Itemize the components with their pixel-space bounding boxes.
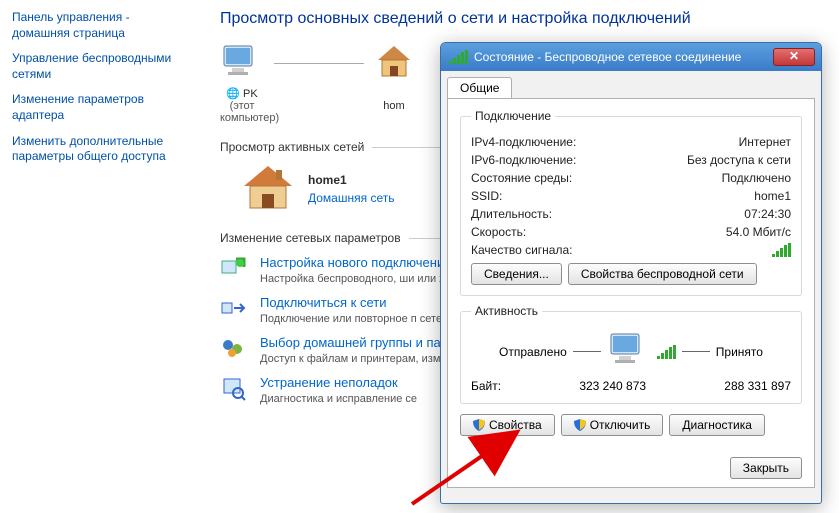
dialog-title: Состояние - Беспроводное сетевое соедине…	[474, 50, 773, 64]
close-button[interactable]: ✕	[773, 48, 815, 66]
task-new-connection[interactable]: Настройка нового подключени	[260, 255, 444, 270]
pc-sublabel: (этот компьютер)	[220, 100, 264, 124]
signal-bars-icon	[657, 345, 676, 359]
close-dialog-button[interactable]: Закрыть	[730, 457, 802, 479]
diagnose-button[interactable]: Диагностика	[669, 414, 765, 436]
tab-general[interactable]: Общие	[447, 77, 512, 98]
active-network-name: home1	[308, 171, 394, 189]
bytes-label: Байт:	[471, 379, 501, 393]
ssid-label: SSID:	[471, 189, 502, 203]
sidebar-link-manage-wireless[interactable]: Управление беспроводными сетями	[12, 51, 188, 82]
pc-name: PK	[243, 88, 258, 100]
network-node-icon	[374, 44, 414, 83]
activity-dash	[682, 351, 710, 352]
uac-shield-icon	[574, 419, 586, 431]
duration-label: Длительность:	[471, 207, 552, 221]
media-value: Подключено	[722, 171, 791, 185]
network-name: hom	[374, 100, 414, 112]
sidebar-link-home[interactable]: Панель управления - домашняя страница	[12, 10, 188, 41]
received-label: Принято	[716, 345, 763, 359]
details-button[interactable]: Сведения...	[471, 263, 562, 285]
media-label: Состояние среды:	[471, 171, 572, 185]
ipv4-label: IPv4-подключение:	[471, 135, 576, 149]
task-connect-network[interactable]: Подключиться к сети	[260, 295, 386, 310]
close-icon: ✕	[789, 49, 799, 63]
globe-icon: 🌐	[226, 88, 240, 100]
group-connection-legend: Подключение	[471, 109, 555, 123]
ssid-value: home1	[754, 189, 791, 203]
house-icon	[240, 162, 296, 215]
monitor-icon	[607, 332, 651, 371]
bytes-received-value: 288 331 897	[724, 379, 791, 393]
dialog-titlebar[interactable]: Состояние - Беспроводное сетевое соедине…	[441, 43, 821, 71]
ipv6-value: Без доступа к сети	[687, 153, 791, 167]
ipv6-label: IPv6-подключение:	[471, 153, 576, 167]
wireless-properties-button[interactable]: Свойства беспроводной сети	[568, 263, 757, 285]
group-activity: Активность Отправлено Принято Байт: 323 …	[460, 304, 802, 404]
speed-label: Скорость:	[471, 225, 526, 239]
disable-button[interactable]: Отключить	[561, 414, 664, 436]
wireless-status-dialog: Состояние - Беспроводное сетевое соедине…	[440, 42, 822, 504]
new-connection-icon	[220, 255, 248, 283]
task-troubleshoot[interactable]: Устранение неполадок	[260, 375, 398, 390]
activity-dash	[573, 351, 601, 352]
pc-node-icon	[220, 42, 264, 85]
properties-button[interactable]: Свойства	[460, 414, 555, 436]
troubleshoot-icon	[220, 375, 248, 403]
signal-bars-icon	[772, 243, 791, 257]
group-activity-legend: Активность	[471, 304, 542, 318]
task-homegroup[interactable]: Выбор домашней группы и па	[260, 335, 441, 350]
duration-value: 07:24:30	[744, 207, 791, 221]
ipv4-value: Интернет	[739, 135, 791, 149]
homegroup-icon	[220, 335, 248, 363]
tab-panel-general: Подключение IPv4-подключение: Интернет IP…	[447, 98, 815, 488]
sidebar-link-adapter-settings[interactable]: Изменение параметров адаптера	[12, 92, 188, 123]
signal-quality-label: Качество сигнала:	[471, 243, 572, 257]
speed-value: 54.0 Мбит/с	[726, 225, 791, 239]
tab-strip: Общие	[441, 71, 821, 98]
sidebar-link-sharing-settings[interactable]: Изменить дополнительные параметры общего…	[12, 134, 188, 165]
sent-label: Отправлено	[499, 345, 567, 359]
control-panel-sidebar: Панель управления - домашняя страница Уп…	[0, 0, 200, 513]
bytes-sent-value: 323 240 873	[579, 379, 646, 393]
page-title: Просмотр основных сведений о сети и наст…	[220, 10, 819, 28]
group-connection: Подключение IPv4-подключение: Интернет IP…	[460, 109, 802, 296]
signal-bars-icon	[449, 50, 468, 64]
uac-shield-icon	[473, 419, 485, 431]
network-line	[274, 63, 364, 64]
connect-network-icon	[220, 295, 248, 323]
network-type-link[interactable]: Домашняя сеть	[308, 191, 394, 205]
task-troubleshoot-desc: Диагностика и исправление се	[260, 393, 417, 405]
